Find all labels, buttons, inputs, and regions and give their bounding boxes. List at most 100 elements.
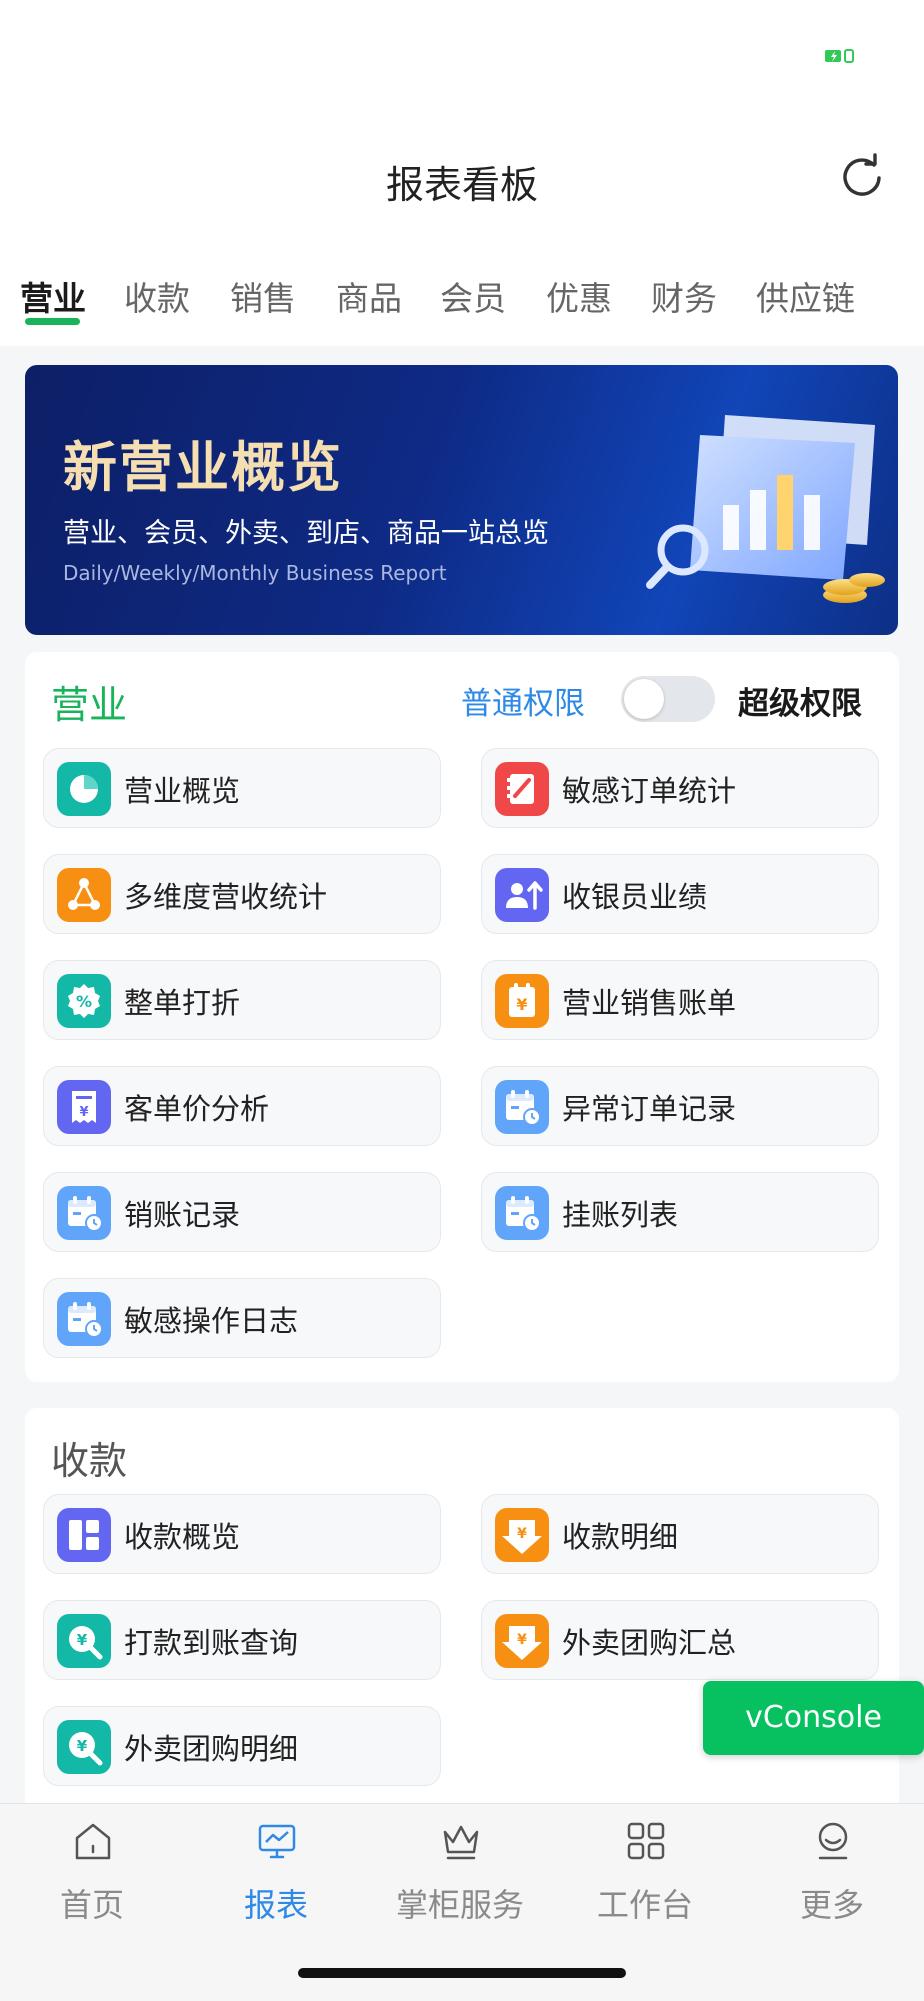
- page-title: 报表看板: [385, 163, 538, 207]
- menu-item-label: 外卖团购明细: [124, 1732, 299, 1766]
- permission-toggle[interactable]: [621, 676, 715, 722]
- menu-item-credit-list[interactable]: 挂账列表: [481, 1172, 879, 1252]
- menu-item-sales-bill[interactable]: ¥ 营业销售账单: [481, 960, 879, 1040]
- refresh-icon[interactable]: [836, 152, 888, 204]
- tabbar-item-reports[interactable]: 报表: [184, 1804, 368, 1944]
- active-tab-indicator: [25, 318, 80, 325]
- receipt-icon: ¥: [57, 1080, 111, 1134]
- menu-item-sensitive-orders[interactable]: 敏感订单统计: [481, 748, 879, 828]
- menu-item-avg-ticket-analysis[interactable]: ¥ 客单价分析: [43, 1066, 441, 1146]
- menu-item-label: 多维度营收统计: [124, 880, 328, 914]
- calendar-clock-icon: [495, 1080, 549, 1134]
- normal-permission-label[interactable]: 普通权限: [461, 678, 585, 723]
- svg-text:¥: ¥: [77, 1631, 88, 1649]
- menu-item-cashier-performance[interactable]: 收银员业绩: [481, 854, 879, 934]
- tabbar-item-services[interactable]: 掌柜服务: [368, 1804, 552, 1944]
- promo-banner[interactable]: 新营业概览 营业、会员、外卖、到店、商品一站总览 Daily/Weekly/Mo…: [25, 365, 898, 635]
- svg-text:¥: ¥: [79, 1105, 88, 1120]
- tabbar-item-more[interactable]: 更多: [740, 1804, 924, 1944]
- yuan-download-icon: ¥: [495, 1614, 549, 1668]
- tab-members[interactable]: 会员: [440, 272, 506, 320]
- yuan-download-icon: ¥: [495, 1508, 549, 1562]
- sales-bill-icon: ¥: [495, 974, 549, 1028]
- tab-sales[interactable]: 销售: [230, 272, 296, 320]
- crown-icon: [443, 1825, 479, 1860]
- menu-item-order-discount[interactable]: % 整单打折: [43, 960, 441, 1040]
- tabbar-label: 首页: [59, 1886, 124, 1924]
- menu-item-label: 打款到账查询: [124, 1626, 299, 1660]
- grid-icon: [627, 1822, 665, 1860]
- tabbar-label: 掌柜服务: [395, 1886, 524, 1924]
- network-icon: [57, 868, 111, 922]
- tab-business[interactable]: 营业: [20, 272, 86, 320]
- calendar-clock-icon: [57, 1186, 111, 1240]
- menu-item-label: 销账记录: [124, 1198, 241, 1232]
- more-icon: [818, 1822, 848, 1860]
- menu-item-label: 收款概览: [124, 1520, 241, 1554]
- menu-item-label: 敏感操作日志: [124, 1304, 299, 1338]
- report-illustration: [646, 415, 885, 603]
- calendar-clock-icon: [495, 1186, 549, 1240]
- menu-item-delivery-summary[interactable]: ¥ 外卖团购汇总: [481, 1600, 879, 1680]
- toggle-knob: [624, 679, 664, 719]
- tab-discounts[interactable]: 优惠: [546, 272, 612, 320]
- menu-item-sensitive-log[interactable]: 敏感操作日志: [43, 1278, 441, 1358]
- yuan-search-icon: ¥: [57, 1614, 111, 1668]
- menu-item-revenue-stats[interactable]: 多维度营收统计: [43, 854, 441, 934]
- vconsole-button[interactable]: vConsole: [703, 1681, 924, 1755]
- section-title-business: 营业: [51, 683, 128, 727]
- menu-item-business-overview[interactable]: 营业概览: [43, 748, 441, 828]
- menu-item-label: 敏感订单统计: [562, 774, 737, 808]
- super-permission-label[interactable]: 超级权限: [738, 678, 862, 723]
- edit-note-icon: [495, 762, 549, 816]
- menu-item-label: 营业销售账单: [562, 986, 737, 1020]
- svg-text:¥: ¥: [517, 1526, 527, 1542]
- tabbar-label: 更多: [799, 1886, 864, 1924]
- menu-item-label: 挂账列表: [562, 1198, 679, 1232]
- banner-title: 新营业概览: [63, 436, 343, 499]
- menu-item-payment-overview[interactable]: 收款概览: [43, 1494, 441, 1574]
- menu-item-transfer-query[interactable]: ¥ 打款到账查询: [43, 1600, 441, 1680]
- tabbar-label: 工作台: [596, 1886, 693, 1924]
- report-icon: [258, 1824, 296, 1859]
- menu-item-writeoff-records[interactable]: 销账记录: [43, 1172, 441, 1252]
- yuan-search-icon: ¥: [57, 1720, 111, 1774]
- menu-item-label: 收款明细: [562, 1520, 679, 1554]
- dashboard-icon: [57, 1508, 111, 1562]
- menu-item-label: 整单打折: [124, 986, 241, 1020]
- discount-icon: %: [57, 974, 111, 1028]
- svg-text:¥: ¥: [77, 1737, 88, 1755]
- menu-item-label: 外卖团购汇总: [562, 1626, 737, 1660]
- menu-item-payment-details[interactable]: ¥ 收款明细: [481, 1494, 879, 1574]
- menu-item-label: 收银员业绩: [562, 880, 708, 914]
- cashier-performance-icon: [495, 868, 549, 922]
- business-section: 营业 普通权限 超级权限 营业概览 敏感订单统计 多维度营收统计 收银员业绩 %…: [25, 652, 899, 1382]
- menu-item-label: 营业概览: [124, 774, 241, 808]
- home-indicator: [298, 1968, 626, 1978]
- tabbar-item-home[interactable]: 首页: [0, 1804, 184, 1944]
- menu-item-abnormal-orders[interactable]: 异常订单记录: [481, 1066, 879, 1146]
- payments-section: 收款 收款概览 ¥ 收款明细 ¥ 打款到账查询 ¥ 外卖团购汇总 ¥ 外卖团购明…: [25, 1408, 899, 1828]
- menu-item-label: 异常订单记录: [562, 1092, 737, 1126]
- tab-finance[interactable]: 财务: [651, 272, 717, 320]
- tab-payments[interactable]: 收款: [124, 272, 190, 320]
- home-icon: [75, 1823, 111, 1860]
- battery-icon: [825, 49, 854, 63]
- banner-english: Daily/Weekly/Monthly Business Report: [63, 561, 447, 585]
- menu-item-label: 客单价分析: [124, 1092, 270, 1126]
- tabbar-label: 报表: [243, 1886, 308, 1924]
- tab-supply-chain[interactable]: 供应链: [756, 272, 855, 320]
- status-bar: [0, 0, 924, 130]
- tab-products[interactable]: 商品: [336, 272, 402, 320]
- tabbar-item-workbench[interactable]: 工作台: [553, 1804, 737, 1944]
- category-tabs: 营业 收款 销售 商品 会员 优惠 财务 供应链: [0, 244, 924, 346]
- svg-text:¥: ¥: [517, 1632, 527, 1648]
- pie-chart-icon: [57, 762, 111, 816]
- calendar-clock-icon: [57, 1292, 111, 1346]
- banner-subtitle: 营业、会员、外卖、到店、商品一站总览: [63, 518, 549, 549]
- menu-item-delivery-details[interactable]: ¥ 外卖团购明细: [43, 1706, 441, 1786]
- nav-bar: 报表看板: [0, 130, 924, 245]
- svg-text:¥: ¥: [516, 995, 527, 1014]
- svg-text:%: %: [76, 992, 92, 1011]
- section-title-payments: 收款: [51, 1439, 128, 1483]
